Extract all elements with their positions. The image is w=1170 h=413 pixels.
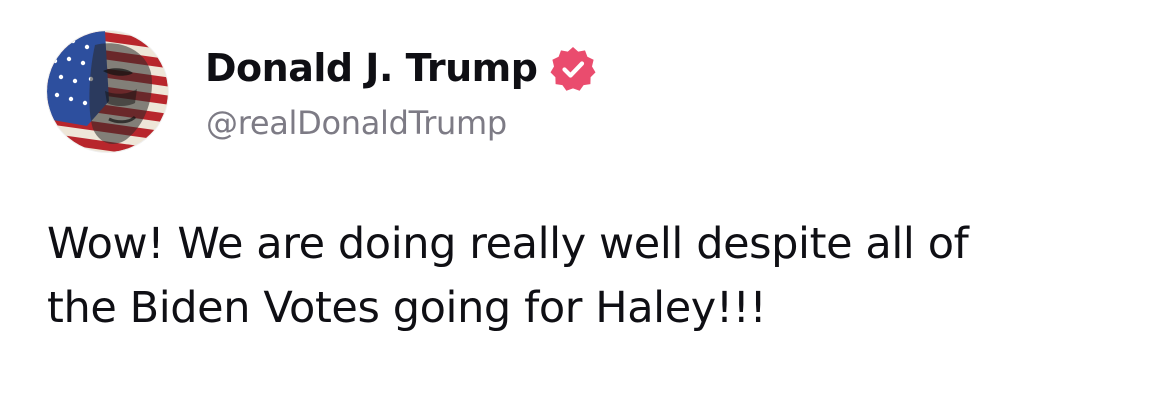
verified-badge-icon [549,45,597,93]
post-text-line: the Biden Votes going for Haley!!! [47,283,767,333]
flag-portrait-avatar-icon [47,31,168,152]
avatar[interactable] [47,31,168,152]
handle[interactable]: @realDonaldTrump [206,104,507,142]
post-card: Donald J. Trump @realDonaldTrump Wow! We… [0,0,1170,413]
author-row: Donald J. Trump [205,40,597,96]
post-text: Wow! We are doing really well despite al… [47,212,1137,340]
display-name[interactable]: Donald J. Trump [205,46,538,90]
post-text-line: Wow! We are doing really well despite al… [47,219,969,269]
